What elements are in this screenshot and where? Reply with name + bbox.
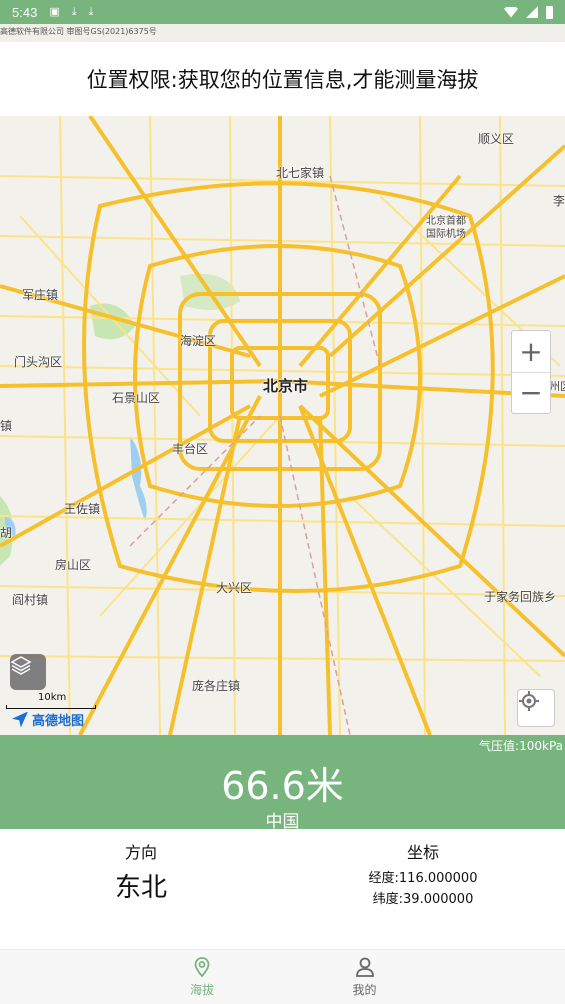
map-copyright: 高德软件有限公司 审图号GS(2021)6375号: [0, 27, 157, 36]
map-label-fengtai: 丰台区: [172, 442, 209, 456]
zoom-in-button[interactable]: +: [512, 331, 550, 372]
map-layers-button[interactable]: [10, 654, 46, 690]
nav-mine-label: 我的: [352, 983, 377, 997]
permission-text: 位置权限:获取您的位置信息,才能测量海拔: [86, 68, 479, 92]
scale-label: 10km: [38, 692, 67, 703]
map-roads: [0, 116, 565, 735]
info-section: 方向 东北 坐标 经度:116.000000 纬度:39.000000: [0, 829, 565, 949]
zoom-out-button[interactable]: −: [512, 371, 550, 414]
map-label-fangshan: 房山区: [55, 558, 92, 572]
coordinate-column: 坐标 经度:116.000000 纬度:39.000000: [282, 839, 564, 907]
nav-mine-tab[interactable]: 我的: [284, 950, 445, 1004]
map-label-hu: 胡: [0, 526, 13, 540]
permission-banner[interactable]: 位置权限:获取您的位置信息,才能测量海拔: [0, 42, 565, 116]
notification-a-icon: ▣: [49, 5, 60, 18]
map-label-wangzuo: 王佐镇: [64, 502, 101, 516]
map-label-zhen: 镇: [0, 419, 13, 433]
map-label-daxing: 大兴区: [216, 581, 253, 595]
person-icon: [355, 957, 374, 977]
locate-icon: [519, 691, 539, 711]
map-label-shijingshan: 石景山区: [112, 391, 161, 405]
altitude-panel: 气压值:100kPa 66.6米 中国: [0, 735, 565, 832]
map-label-airport-2: 国际机场: [426, 229, 466, 240]
map-label-beijing: 北京市: [263, 377, 309, 395]
status-bar: 5:43 ▣ ⤓ ⤓: [0, 0, 565, 24]
map-top-strip: 高德软件有限公司 审图号GS(2021)6375号: [0, 24, 565, 42]
locate-button[interactable]: [517, 689, 555, 727]
amap-logo-text: 高德地图: [32, 714, 85, 729]
layers-icon: [10, 656, 32, 675]
map-label-junzhuang: 军庄镇: [22, 288, 59, 302]
map-view[interactable]: 顺义区 北七家镇 北京首都 国际机场 李 军庄镇 海淀区 门头沟区 北京市 石景…: [0, 116, 565, 735]
latitude-value: 纬度:39.000000: [372, 892, 474, 907]
amap-logo: 高德地图: [12, 710, 84, 729]
map-label-shunyi: 顺义区: [478, 132, 515, 146]
wifi-icon: [504, 6, 518, 18]
battery-icon: [546, 5, 553, 19]
coordinate-title: 坐标: [406, 843, 439, 862]
altitude-value: 66.6米: [221, 764, 344, 808]
direction-value: 东北: [114, 873, 167, 903]
longitude-value: 经度:116.000000: [368, 871, 478, 886]
map-label-beiqijia: 北七家镇: [276, 166, 325, 180]
scale-bar: [6, 705, 96, 709]
download-icon: ⤓: [71, 5, 77, 18]
signal-icon: [526, 6, 538, 18]
zoom-control: + −: [511, 330, 551, 414]
map-label-mentougou: 门头沟区: [14, 355, 63, 369]
direction-column: 方向 东北: [0, 839, 282, 904]
direction-title: 方向: [124, 843, 157, 862]
map-label-li: 李: [553, 194, 565, 208]
amap-arrow-icon: [12, 711, 28, 728]
map-label-yujiawu: 于家务回族乡: [484, 590, 557, 604]
map-label-yancun: 阎村镇: [12, 593, 49, 607]
map-label-haidian: 海淀区: [180, 334, 217, 348]
pressure-value: 气压值:100kPa: [479, 739, 563, 753]
location-pin-icon: [194, 957, 210, 978]
map-label-pangezhuang: 庞各庄镇: [192, 679, 241, 693]
nav-altitude-label: 海拔: [189, 983, 214, 997]
status-time: 5:43: [12, 4, 38, 20]
bottom-nav: 海拔 我的: [0, 949, 565, 1004]
download-icon: ⤓: [88, 5, 94, 18]
